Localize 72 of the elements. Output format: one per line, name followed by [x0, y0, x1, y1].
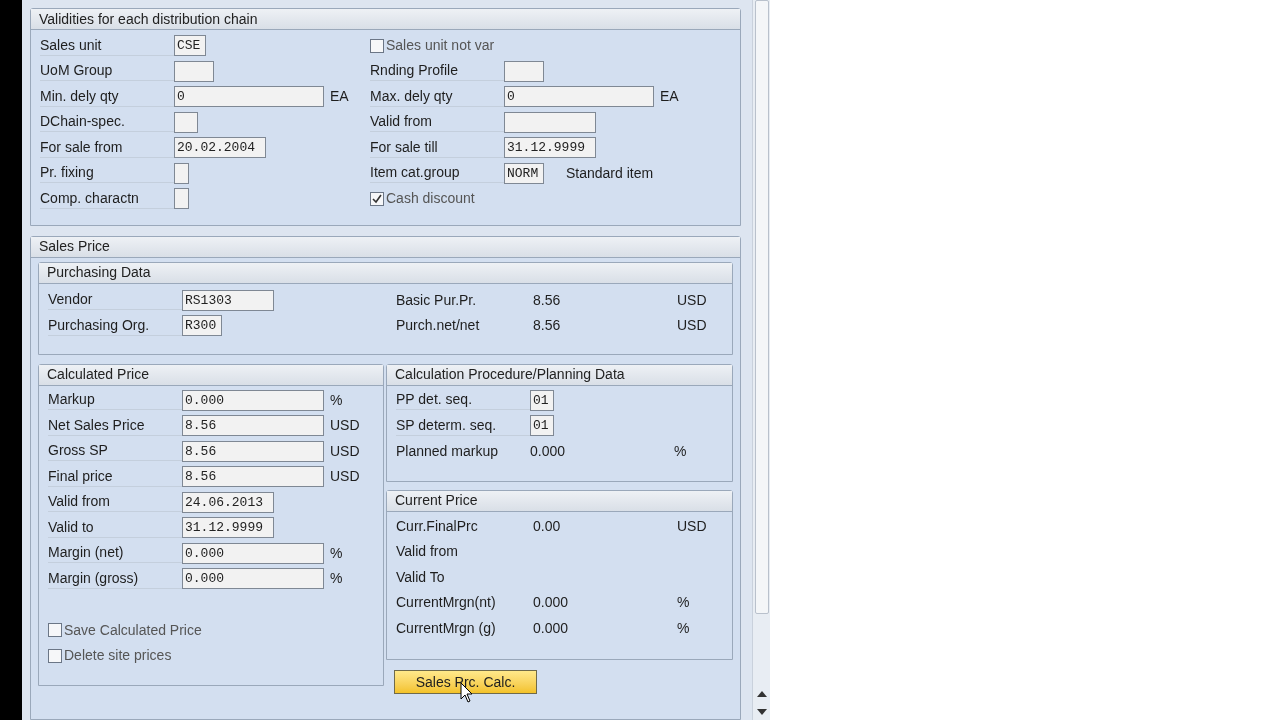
- checkbox[interactable]: [370, 38, 384, 53]
- input-field[interactable]: 31.12.9999: [504, 137, 596, 159]
- unit-label: EA: [330, 87, 349, 107]
- checkbox[interactable]: [370, 191, 384, 206]
- input-field[interactable]: 01: [530, 389, 554, 411]
- input-field[interactable]: 20.02.2004: [174, 137, 266, 159]
- field-label: Valid from: [396, 542, 459, 562]
- field-label: Basic Pur.Pr.: [396, 290, 478, 310]
- value-text: 8.56: [533, 291, 561, 308]
- group-title: Calculation Procedure/Planning Data: [395, 365, 625, 385]
- input-field[interactable]: 8.56: [182, 440, 324, 462]
- unit-label: %: [677, 618, 690, 638]
- scrollbar[interactable]: [752, 0, 770, 720]
- checkbox-label: Save Calculated Price: [64, 620, 202, 640]
- unit-label: USD: [677, 290, 707, 310]
- checkbox[interactable]: [48, 623, 62, 638]
- input-field[interactable]: [174, 162, 189, 184]
- value-text: 0.00: [533, 517, 561, 534]
- input-field[interactable]: R300: [182, 315, 222, 337]
- input-field[interactable]: RS1303: [182, 289, 274, 311]
- group-title: Calculated Price: [47, 365, 149, 385]
- input-field[interactable]: 0.000: [182, 542, 324, 564]
- unit-label: USD: [330, 467, 360, 487]
- unit-label: USD: [677, 316, 707, 336]
- value-text: 8.56: [533, 317, 561, 334]
- value-text: 0.000: [530, 442, 566, 459]
- unit-label: %: [677, 593, 690, 613]
- group-title: Validities for each distribution chain: [39, 9, 258, 29]
- scroll-up-icon[interactable]: [756, 690, 767, 697]
- field-label: Curr.FinalPrc: [396, 516, 479, 536]
- input-field[interactable]: 0: [174, 86, 324, 108]
- checkbox-label: Delete site prices: [64, 646, 172, 666]
- input-field[interactable]: [174, 111, 198, 133]
- calculate-button[interactable]: Sales Prc. Calc.: [394, 670, 537, 695]
- input-field[interactable]: 0.000: [182, 568, 324, 590]
- input-field[interactable]: 0: [504, 86, 654, 108]
- input-field[interactable]: 01: [530, 415, 554, 437]
- unit-label: %: [330, 543, 343, 563]
- input-field[interactable]: [174, 60, 214, 82]
- input-field[interactable]: NORM: [504, 162, 544, 184]
- field-label: Planned markup: [396, 441, 499, 461]
- field-label: Purch.net/net: [396, 316, 481, 336]
- scroll-down-icon[interactable]: [756, 709, 767, 716]
- unit-label: USD: [330, 441, 360, 461]
- checkbox-label: Sales unit not var: [386, 36, 495, 56]
- input-field[interactable]: [504, 60, 544, 82]
- group-title: Purchasing Data: [47, 263, 151, 283]
- group-title: Sales Price: [39, 237, 110, 257]
- value-text: 0.000: [533, 619, 569, 636]
- check-icon: [372, 193, 382, 204]
- input-field[interactable]: [504, 111, 596, 133]
- input-field[interactable]: 0.000: [182, 389, 324, 411]
- value-text: 0.000: [533, 594, 569, 611]
- input-field[interactable]: 8.56: [182, 466, 324, 488]
- unit-label: USD: [330, 416, 360, 436]
- unit-label: EA: [660, 87, 679, 107]
- description-text: Standard item: [566, 163, 654, 183]
- checkbox[interactable]: [48, 648, 62, 663]
- input-field[interactable]: 31.12.9999: [182, 517, 274, 539]
- input-field[interactable]: CSE: [174, 35, 206, 57]
- field-label: CurrentMrgn(nt): [396, 593, 497, 613]
- input-field[interactable]: [174, 188, 189, 210]
- unit-label: %: [330, 390, 343, 410]
- checkbox-label: Cash discount: [386, 189, 475, 209]
- group-title: Current Price: [395, 491, 478, 511]
- input-field[interactable]: 24.06.2013: [182, 491, 274, 513]
- unit-label: USD: [677, 516, 707, 536]
- input-field[interactable]: 8.56: [182, 415, 324, 437]
- unit-label: %: [674, 441, 687, 461]
- field-label: CurrentMrgn (g): [396, 618, 497, 638]
- field-label: Valid To: [396, 567, 446, 587]
- unit-label: %: [330, 569, 343, 589]
